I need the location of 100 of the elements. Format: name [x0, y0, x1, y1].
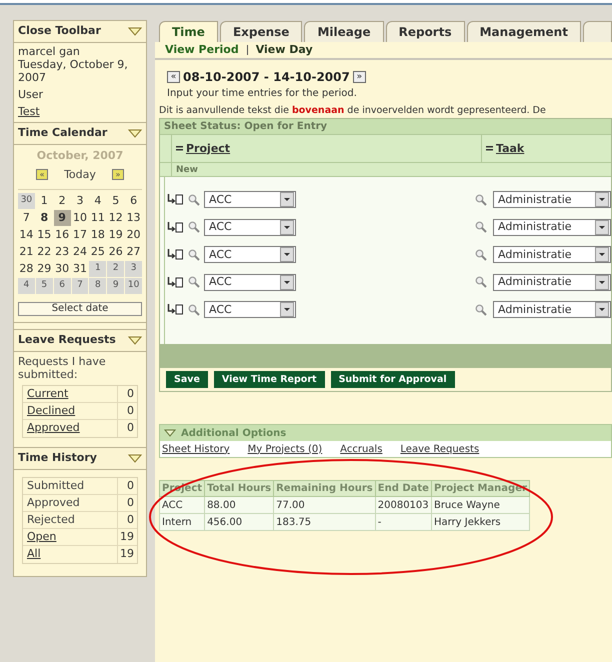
- dropdown[interactable]: ACC: [204, 246, 296, 264]
- group-label: New: [175, 164, 199, 176]
- link-note-icon[interactable]: [167, 304, 184, 316]
- calendar-day[interactable]: 20: [125, 227, 142, 243]
- action-button[interactable]: Submit for Approval: [330, 371, 455, 388]
- next-month-button[interactable]: »: [112, 169, 124, 180]
- collapse-icon[interactable]: [176, 146, 183, 152]
- calendar-day[interactable]: 3: [72, 193, 88, 209]
- calendar-day[interactable]: 5: [36, 278, 53, 294]
- subnav-link[interactable]: View Day: [256, 42, 313, 58]
- link-note-icon[interactable]: [167, 222, 184, 233]
- calendar-day[interactable]: 25: [89, 244, 106, 260]
- calendar-day[interactable]: 22: [36, 244, 53, 260]
- sidebar-link[interactable]: Approved: [23, 420, 117, 437]
- calendar-day[interactable]: 9: [54, 210, 71, 226]
- calendar-day[interactable]: 12: [107, 210, 124, 226]
- sidebar-link[interactable]: Declined: [23, 402, 117, 420]
- search-icon[interactable]: [475, 221, 487, 234]
- calendar-day[interactable]: 24: [72, 244, 88, 260]
- tab[interactable]: Mileage: [304, 21, 384, 42]
- dropdown[interactable]: Administratie: [493, 274, 611, 291]
- dropdown[interactable]: ACC: [204, 274, 296, 291]
- tab[interactable]: Expense: [220, 21, 302, 42]
- sidebar-link[interactable]: Test: [18, 105, 40, 118]
- select-date-button[interactable]: Select date: [18, 302, 142, 316]
- search-icon[interactable]: [188, 276, 200, 288]
- arrow-button[interactable]: «: [167, 71, 180, 83]
- calendar-day[interactable]: 31: [72, 261, 88, 277]
- calendar-day[interactable]: 27: [125, 244, 142, 260]
- calendar-day[interactable]: 10: [72, 210, 88, 226]
- previous-month-button[interactable]: «: [36, 169, 48, 180]
- dropdown[interactable]: Administratie: [493, 191, 611, 208]
- calendar-day[interactable]: 19: [107, 227, 124, 243]
- dropdown[interactable]: Administratie: [493, 246, 611, 264]
- calendar-day[interactable]: 15: [36, 227, 53, 243]
- column-header-link[interactable]: Taak: [496, 140, 524, 157]
- sidebar-link[interactable]: All: [23, 546, 117, 563]
- search-icon[interactable]: [475, 248, 487, 261]
- subnav-link[interactable]: View Period: [165, 42, 239, 58]
- calendar-day[interactable]: 10: [125, 278, 142, 294]
- calendar-day[interactable]: 3: [125, 261, 142, 277]
- calendar-day[interactable]: 7: [18, 210, 35, 226]
- link-note-icon[interactable]: [167, 194, 184, 206]
- calendar-day[interactable]: 29: [36, 261, 53, 277]
- calendar-day[interactable]: 16: [54, 227, 71, 243]
- dropdown[interactable]: Administratie: [493, 301, 611, 318]
- calendar-day[interactable]: 18: [89, 227, 106, 243]
- sidebar-link[interactable]: Current: [23, 386, 117, 402]
- calendar-day[interactable]: 28: [18, 261, 35, 277]
- search-icon[interactable]: [188, 248, 200, 261]
- calendar-day[interactable]: 23: [54, 244, 71, 260]
- option-link[interactable]: Leave Requests: [400, 442, 480, 457]
- search-icon[interactable]: [475, 276, 487, 288]
- calendar-day[interactable]: 7: [72, 278, 88, 294]
- dropdown[interactable]: ACC: [204, 301, 296, 318]
- tab[interactable]: Reports: [386, 21, 465, 42]
- calendar-day[interactable]: 11: [89, 210, 106, 226]
- tab[interactable]: Management: [466, 21, 581, 42]
- panel-title: Time Calendar: [18, 125, 108, 142]
- calendar-day[interactable]: 5: [107, 193, 124, 209]
- search-icon[interactable]: [475, 304, 487, 316]
- search-icon[interactable]: [188, 304, 200, 316]
- calendar-day[interactable]: 26: [107, 244, 124, 260]
- option-link[interactable]: My Projects (0): [248, 442, 322, 457]
- search-icon[interactable]: [188, 221, 200, 234]
- calendar-day[interactable]: 8: [36, 210, 53, 226]
- expand-icon[interactable]: [164, 429, 176, 438]
- dropdown[interactable]: ACC: [204, 191, 296, 208]
- calendar-day[interactable]: 2: [107, 261, 124, 277]
- dropdown[interactable]: Administratie: [493, 218, 611, 236]
- calendar-day[interactable]: 6: [54, 278, 71, 294]
- arrow-button[interactable]: »: [352, 71, 366, 83]
- calendar-day[interactable]: 4: [89, 193, 106, 209]
- search-icon[interactable]: [188, 194, 200, 206]
- calendar-day[interactable]: 8: [89, 278, 106, 294]
- calendar-day[interactable]: 13: [125, 210, 142, 226]
- action-button[interactable]: View Time Report: [214, 371, 325, 388]
- column-header-link[interactable]: Project: [186, 140, 230, 157]
- calendar-day[interactable]: 1: [89, 261, 106, 277]
- calendar-day[interactable]: 4: [18, 278, 35, 294]
- calendar-day[interactable]: 21: [18, 244, 35, 260]
- search-icon[interactable]: [475, 194, 487, 206]
- calendar-day[interactable]: 30: [54, 261, 71, 277]
- calendar-day[interactable]: 2: [54, 193, 71, 209]
- action-button[interactable]: Save: [166, 371, 208, 388]
- calendar-day[interactable]: 6: [125, 193, 142, 209]
- sidebar-link[interactable]: Open: [23, 528, 117, 546]
- calendar-day[interactable]: 14: [18, 227, 35, 243]
- dropdown[interactable]: ACC: [204, 218, 296, 236]
- calendar-day[interactable]: 17: [72, 227, 88, 243]
- option-link[interactable]: Accruals: [340, 442, 382, 457]
- calendar-day[interactable]: 9: [107, 278, 124, 294]
- calendar-day[interactable]: 1: [36, 193, 53, 209]
- tab[interactable]: Time: [159, 21, 218, 42]
- today-link[interactable]: Today: [64, 166, 96, 183]
- calendar-day[interactable]: 30: [18, 193, 35, 209]
- option-link[interactable]: Sheet History: [162, 442, 230, 457]
- collapse-icon[interactable]: [486, 146, 493, 152]
- link-note-icon[interactable]: [167, 249, 184, 260]
- link-note-icon[interactable]: [167, 276, 184, 288]
